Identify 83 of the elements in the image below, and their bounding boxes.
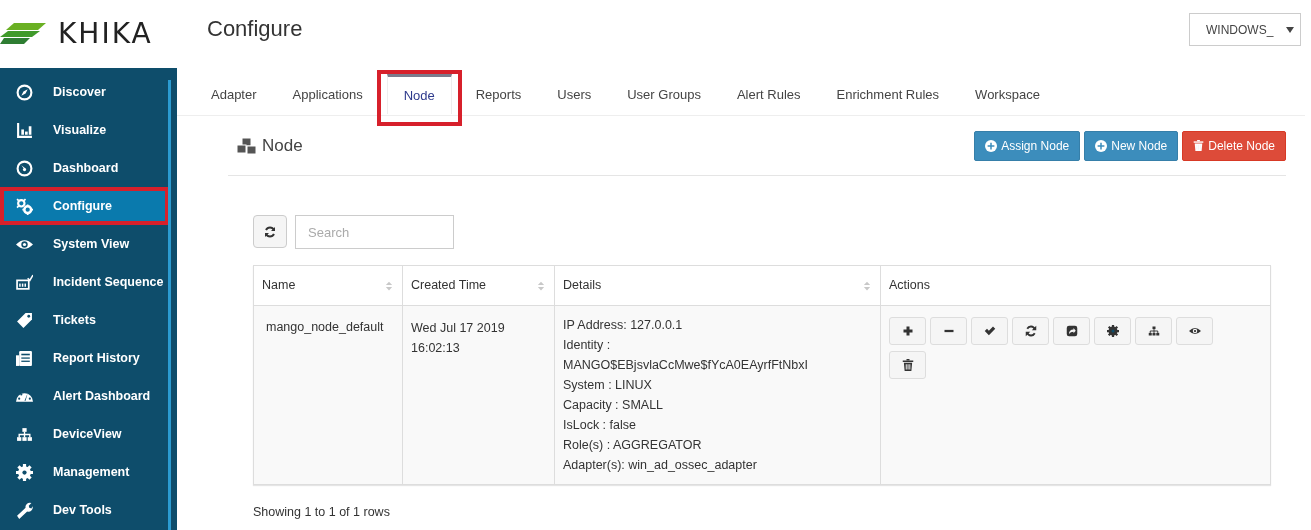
column-header[interactable]: Name <box>254 266 403 305</box>
sitemap-icon <box>16 425 33 443</box>
trash-icon <box>901 359 914 371</box>
sequence-icon <box>16 273 33 291</box>
row-action-button[interactable] <box>889 351 926 379</box>
row-action-button[interactable] <box>1176 317 1213 345</box>
refresh-icon <box>1024 325 1037 337</box>
sitemap-icon <box>1147 325 1160 337</box>
gear-icon <box>1106 325 1119 337</box>
tab[interactable]: Adapter <box>195 75 273 115</box>
search-field[interactable]: Search <box>295 215 454 249</box>
tab[interactable]: Node <box>386 74 452 114</box>
delete-button[interactable]: Delete Node <box>1182 130 1286 161</box>
page-title: Configure <box>207 15 303 43</box>
nav-item[interactable]: Visualize <box>0 111 165 149</box>
column-header[interactable]: Details <box>555 266 881 305</box>
refresh-button[interactable] <box>253 215 287 248</box>
plus-circle-icon <box>1095 139 1108 152</box>
logo-icon <box>0 23 46 45</box>
gauge-icon <box>16 159 33 177</box>
detail-line: IP Address: 127.0.0.1 <box>563 317 684 334</box>
action-button[interactable]: Assign Node <box>974 130 1081 161</box>
refresh-icon <box>264 225 276 238</box>
detail-line: Role(s) : AGGREGATOR <box>563 437 703 454</box>
nav-item[interactable]: Incident Sequence <box>0 263 165 301</box>
logo-text: KHIKA <box>58 16 153 52</box>
tab[interactable]: Workspace <box>959 75 1056 115</box>
row-action-button[interactable] <box>889 317 926 345</box>
column-label: Name <box>262 277 296 295</box>
table-cell: Wed Jul 17 2019 16:02:13 <box>403 306 555 484</box>
action-button[interactable]: New Node <box>1084 130 1179 161</box>
newspaper-icon <box>16 349 33 367</box>
detail-line: MANGO$EBjsvlaCcMwe$fYcA0EAyrfFtNbxI <box>563 357 809 374</box>
detail-line: Identity : <box>563 337 612 354</box>
compass-icon <box>16 83 33 101</box>
column-label: Actions <box>889 277 930 295</box>
row-action-button[interactable] <box>971 317 1008 345</box>
tab[interactable]: Alert Rules <box>720 75 817 115</box>
nav-item[interactable]: Report History <box>0 339 165 377</box>
detail-line: Adapter(s): win_ad_ossec_adapter <box>563 457 758 474</box>
cubes-icon <box>236 136 258 155</box>
check-icon <box>983 325 996 337</box>
row-action-button[interactable] <box>1135 317 1172 345</box>
row-action-button[interactable] <box>1094 317 1131 345</box>
tag-icon <box>16 311 33 329</box>
tab[interactable]: Users <box>541 75 608 115</box>
column-header[interactable]: Created Time <box>403 266 555 305</box>
nav-item[interactable]: DeviceView <box>0 415 165 453</box>
nav-item[interactable]: Alert Dashboard <box>0 377 165 415</box>
trash-icon <box>1193 140 1205 151</box>
plus-circle-icon <box>985 139 998 152</box>
nav-item[interactable]: Dashboard <box>0 149 165 187</box>
nav-item[interactable]: Dev Tools <box>0 491 165 529</box>
column-label: Details <box>563 277 602 295</box>
nav-item[interactable]: Configure <box>4 191 165 221</box>
eye-icon <box>1188 325 1201 337</box>
gears-icon <box>16 197 33 215</box>
bar-chart-icon <box>16 121 33 139</box>
share-icon <box>1065 325 1078 337</box>
detail-line: IsLock : false <box>563 417 637 434</box>
table-cell: mango_node_default <box>254 306 403 484</box>
plus-icon <box>901 325 914 337</box>
nav-item[interactable]: Tickets <box>0 301 165 339</box>
column-header[interactable]: Actions <box>881 266 1270 305</box>
section-title: Node <box>262 134 303 157</box>
workspace-select[interactable]: WINDOWS_ <box>1189 13 1301 46</box>
row-action-button[interactable] <box>1012 317 1049 345</box>
nav-item[interactable]: System View <box>0 225 165 263</box>
nav-item[interactable]: Management <box>0 453 165 491</box>
pagination-info: Showing 1 to 1 of 1 rows <box>253 504 391 521</box>
tab[interactable]: Enrichment Rules <box>820 75 956 115</box>
wrench-icon <box>16 501 33 519</box>
tab[interactable]: Reports <box>459 75 538 115</box>
tab[interactable]: User Groups <box>611 75 717 115</box>
scrollbar[interactable] <box>168 80 171 530</box>
detail-line: System : LINUX <box>563 377 653 394</box>
row-action-button[interactable] <box>1053 317 1090 345</box>
dropdown-caret-icon <box>1286 26 1294 33</box>
nav-item[interactable]: Discover <box>0 73 165 111</box>
detail-line: Capacity : SMALL <box>563 397 665 414</box>
tab[interactable]: Applications <box>276 75 379 115</box>
gear-icon <box>16 463 33 481</box>
column-label: Created Time <box>411 277 487 295</box>
